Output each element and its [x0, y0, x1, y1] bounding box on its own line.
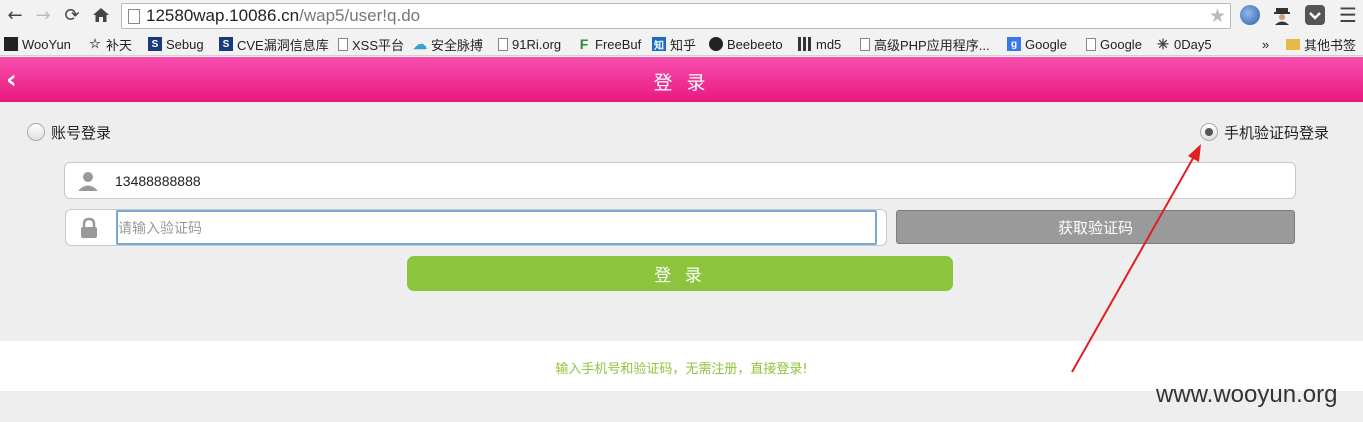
- butian-icon: ☆: [89, 36, 101, 51]
- login-button[interactable]: 登 录: [407, 256, 953, 291]
- back-arrow-icon[interactable]: ←: [4, 4, 26, 26]
- user-icon: [78, 172, 98, 191]
- bookmark-item[interactable]: Google: [1086, 35, 1142, 53]
- bookmark-item[interactable]: g Google: [1007, 35, 1067, 53]
- bookmark-item[interactable]: 知知乎: [652, 35, 696, 53]
- radio-account-login[interactable]: 账号登录: [27, 122, 111, 142]
- watermark: www.wooyun.org: [1156, 381, 1338, 408]
- bookmark-item[interactable]: md5: [798, 35, 841, 53]
- app-header: ‹ 登 录: [0, 57, 1363, 102]
- radio-label: 手机验证码登录: [1224, 123, 1330, 142]
- tip-text: 输入手机号和验证码，无需注册，直接登录!: [555, 362, 808, 377]
- get-code-button[interactable]: 获取验证码: [896, 210, 1295, 244]
- radio-label: 账号登录: [51, 123, 112, 142]
- globe-icon[interactable]: [1240, 5, 1260, 25]
- spy-icon[interactable]: [1272, 5, 1292, 25]
- pocket-icon[interactable]: [1305, 5, 1325, 25]
- bookmark-item[interactable]: ☁ 安全脉搏: [413, 35, 483, 53]
- page-icon: [860, 37, 870, 51]
- bookmark-item[interactable]: 高级PHP应用程序...: [860, 35, 990, 53]
- bookmark-item[interactable]: WooYun: [4, 35, 71, 53]
- url-text: 12580wap.10086.cn/wap5/user!q.do: [146, 6, 421, 25]
- folder-icon: [1286, 38, 1300, 50]
- code-input[interactable]: [118, 218, 858, 238]
- page-icon: [338, 37, 348, 51]
- bookmark-item[interactable]: ✳ 0Day5: [1156, 35, 1211, 53]
- bookmarks-overflow[interactable]: »: [1262, 35, 1269, 53]
- lock-icon: [81, 217, 97, 238]
- other-bookmarks[interactable]: 其他书签: [1286, 35, 1356, 53]
- bookmark-item[interactable]: ☆ 补天: [88, 35, 132, 53]
- cve-icon: S: [219, 37, 233, 51]
- freebuf-icon: F: [579, 36, 589, 52]
- radio-circle: [27, 123, 45, 141]
- md5-icon: [798, 37, 812, 51]
- bookmark-item[interactable]: XSS平台: [338, 35, 404, 53]
- wooyun-icon: [4, 37, 18, 51]
- reload-icon[interactable]: ⟳: [61, 4, 83, 26]
- home-icon[interactable]: [90, 4, 112, 26]
- star-icon[interactable]: ★: [1209, 5, 1226, 27]
- bookmark-item[interactable]: F FreeBuf: [577, 35, 642, 53]
- bookmark-item[interactable]: S Sebug: [148, 35, 204, 53]
- sebug-icon: S: [148, 37, 162, 51]
- browser-toolbar: ← → ⟳ 12580wap.10086.cn/wap5/user!q.do ★…: [0, 0, 1363, 32]
- zhihu-icon: 知: [652, 37, 666, 52]
- phone-input[interactable]: [115, 171, 1265, 191]
- google-icon: g: [1007, 37, 1021, 51]
- page-icon: [498, 37, 508, 51]
- bookmark-item[interactable]: Beebeeto: [709, 35, 783, 53]
- code-input-focus-ring: [116, 210, 877, 245]
- code-field: [65, 209, 887, 246]
- page-title: 登 录: [653, 72, 710, 94]
- cloud-icon: ☁: [413, 35, 427, 52]
- bookmark-item[interactable]: S CVE漏洞信息库: [219, 35, 329, 53]
- 0day5-icon: ✳: [1157, 35, 1169, 52]
- bookmarks-bar: WooYun ☆ 补天 S Sebug S CVE漏洞信息库 XSS平台 ☁ 安全脉搏 …: [0, 32, 1363, 56]
- menu-icon[interactable]: ☰: [1337, 3, 1359, 27]
- radio-sms-login[interactable]: 手机验证码登录: [1200, 122, 1329, 142]
- forward-arrow-icon[interactable]: →: [32, 4, 54, 26]
- radio-circle-checked: [1200, 123, 1218, 141]
- page-icon: [128, 8, 140, 24]
- beebeeto-icon: [709, 37, 723, 51]
- page-icon: [1086, 37, 1096, 51]
- phone-field: [64, 162, 1296, 199]
- bookmark-item[interactable]: 91Ri.org: [498, 35, 561, 53]
- address-bar[interactable]: 12580wap.10086.cn/wap5/user!q.do ★: [121, 3, 1231, 29]
